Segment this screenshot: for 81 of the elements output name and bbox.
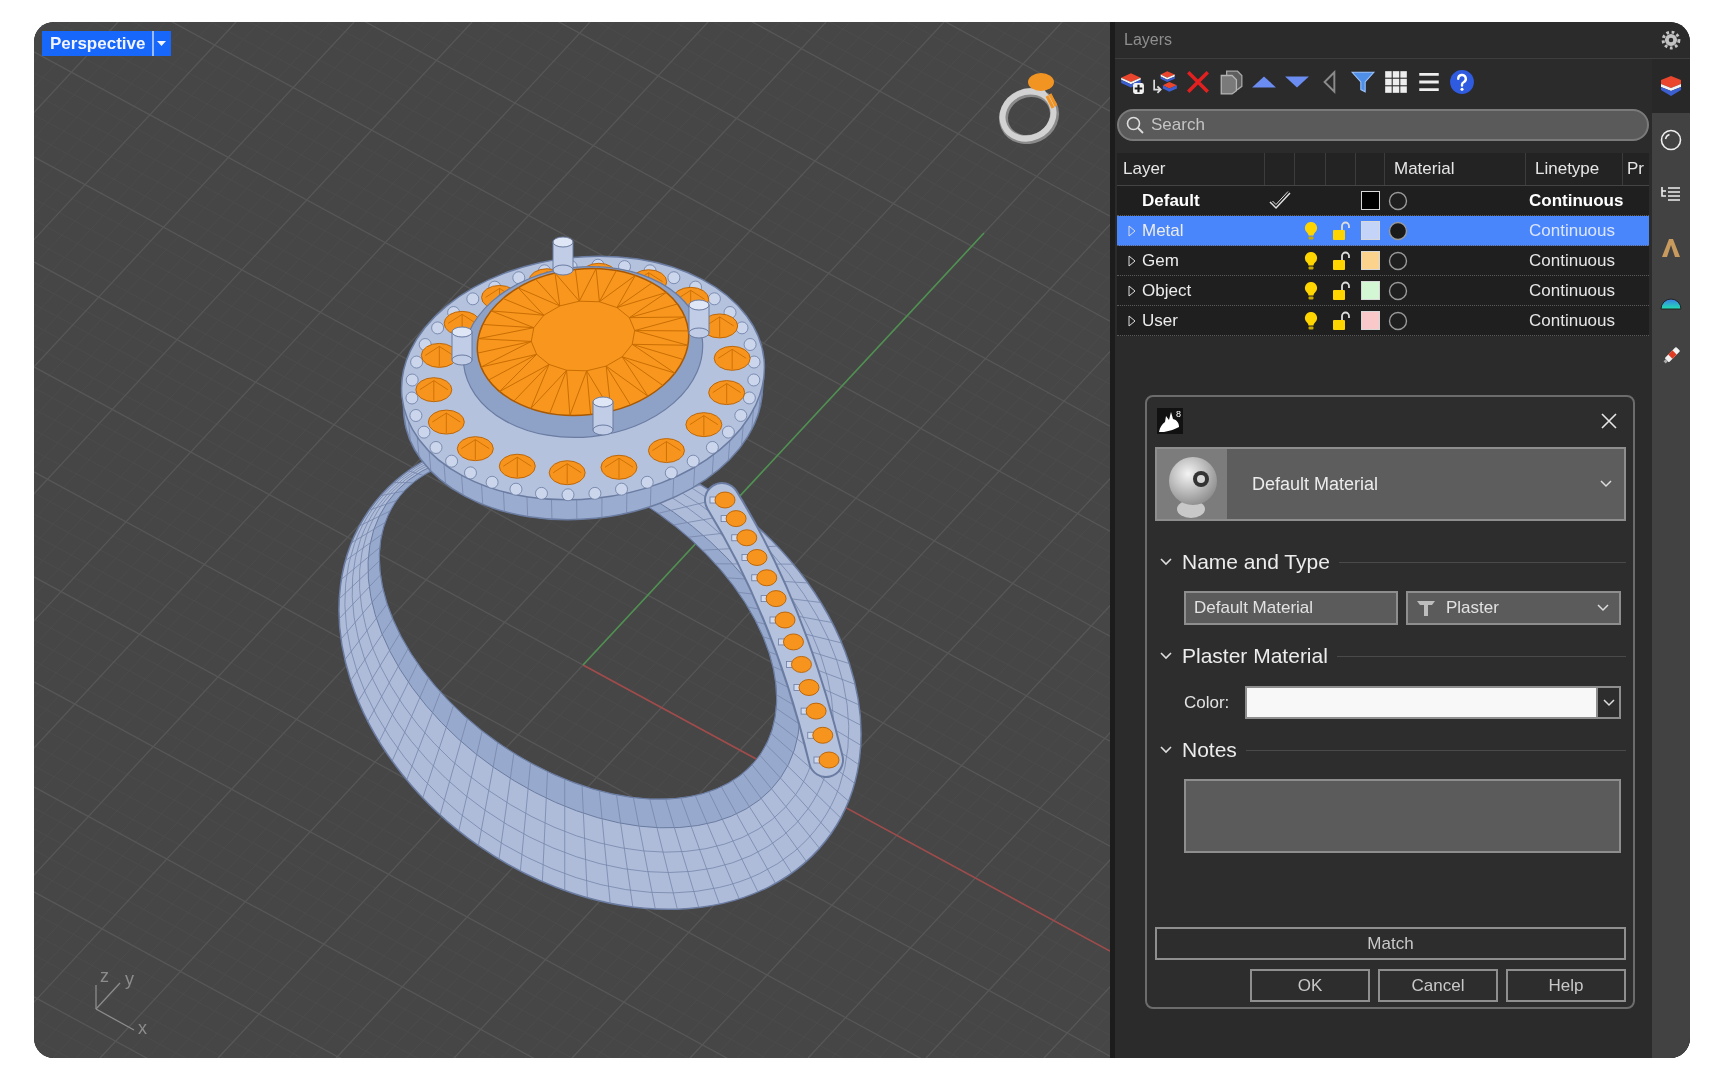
field-label: Color: <box>1184 691 1231 714</box>
color-picker[interactable] <box>1245 686 1621 719</box>
layer-name: Default <box>1142 189 1200 212</box>
dialog-button[interactable]: Help <box>1506 969 1626 1002</box>
color-swatch[interactable] <box>1247 688 1596 717</box>
circle-icon[interactable] <box>1388 250 1408 271</box>
circle-icon <box>1659 128 1683 152</box>
layer-name: Gem <box>1142 249 1179 272</box>
notes-field[interactable] <box>1184 779 1621 853</box>
type-dropdown[interactable]: Plaster <box>1406 591 1621 625</box>
column-header[interactable]: Layer <box>1117 153 1265 185</box>
chevron-down-icon <box>1597 604 1609 612</box>
match-button[interactable]: Match <box>1155 927 1626 960</box>
sphere-preview-image <box>1157 449 1227 519</box>
t-shape-icon <box>1416 598 1436 618</box>
dialog-button[interactable]: OK <box>1250 969 1370 1002</box>
axis-label: y <box>125 969 134 989</box>
lightbulb-icon[interactable] <box>1302 250 1319 271</box>
search-icon <box>1126 116 1144 134</box>
column-header[interactable]: Pr <box>1623 153 1649 185</box>
linetype-name: Continuous <box>1529 249 1615 272</box>
stacked-sheets-icon[interactable] <box>1218 69 1244 95</box>
padlock-open-icon[interactable] <box>1332 250 1350 271</box>
layer-stack-icon <box>1659 74 1683 98</box>
layer-name: Object <box>1142 279 1192 302</box>
checkmark-icon[interactable] <box>1268 190 1292 211</box>
expand-triangle-icon[interactable] <box>1128 254 1136 267</box>
chevron-down-icon[interactable] <box>1159 650 1173 662</box>
expand-triangle-icon[interactable] <box>1128 284 1136 297</box>
lightbulb-icon[interactable] <box>1302 280 1319 301</box>
panel-tab[interactable] <box>1652 59 1690 113</box>
linetype-name: Continuous <box>1529 309 1615 332</box>
chevron-down-icon[interactable] <box>1159 744 1173 756</box>
grid-icon[interactable] <box>1383 69 1409 95</box>
color-swatch[interactable] <box>1361 251 1380 270</box>
version-number: 8 <box>1176 409 1181 419</box>
section-title: Name and Type <box>1182 549 1330 576</box>
layer-row[interactable]: Gem Continuous <box>1117 246 1649 276</box>
circle-icon[interactable] <box>1388 310 1408 331</box>
search-field[interactable]: Search <box>1117 109 1649 141</box>
section-title: Notes <box>1182 737 1237 764</box>
linetype-name: Continuous <box>1529 189 1624 212</box>
dropdown-triangle-icon[interactable] <box>152 31 169 56</box>
color-swatch[interactable] <box>1361 311 1380 330</box>
layer-row[interactable]: Default Continuous <box>1117 186 1649 216</box>
dialog-button[interactable]: Cancel <box>1378 969 1498 1002</box>
linetype-name: Continuous <box>1529 219 1615 242</box>
panel-title: Layers <box>1124 30 1173 50</box>
color-swatch[interactable] <box>1361 281 1380 300</box>
circle-icon[interactable] <box>1388 280 1408 301</box>
padlock-open-icon[interactable] <box>1332 310 1350 331</box>
circle-icon[interactable] <box>1388 190 1408 211</box>
layer-name: Metal <box>1142 219 1184 242</box>
close-icon[interactable] <box>1600 412 1618 430</box>
delete-icon[interactable] <box>1185 69 1211 95</box>
expand-triangle-icon[interactable] <box>1128 314 1136 327</box>
chevron-down-icon <box>1602 698 1615 707</box>
settings-icon[interactable] <box>1661 30 1681 50</box>
section-title: Plaster Material <box>1182 643 1328 670</box>
linetype-name: Continuous <box>1529 279 1615 302</box>
color-swatch[interactable] <box>1361 221 1380 240</box>
axis-label: x <box>138 1018 147 1038</box>
axis-label: z <box>100 966 109 986</box>
lightbulb-icon[interactable] <box>1302 310 1319 331</box>
filled-circle-icon[interactable] <box>1388 220 1408 241</box>
material-dropdown[interactable]: Default Material <box>1155 447 1626 521</box>
filter-icon[interactable] <box>1350 69 1376 95</box>
padlock-open-icon[interactable] <box>1332 280 1350 301</box>
layer-row[interactable]: Object Continuous <box>1117 276 1649 306</box>
column-header[interactable]: Linetype <box>1526 153 1623 185</box>
name-field[interactable]: Default Material <box>1184 591 1398 625</box>
color-swatch[interactable] <box>1361 191 1380 210</box>
chevron-down-icon <box>1600 480 1612 488</box>
chevron-down-icon[interactable] <box>1159 556 1173 568</box>
help-icon[interactable] <box>1449 69 1475 95</box>
column-header[interactable]: Material <box>1385 153 1526 185</box>
layer-row[interactable]: User Continuous <box>1117 306 1649 336</box>
viewport-menu-button[interactable]: Perspective <box>42 31 172 56</box>
peak-shape-icon <box>1659 236 1683 260</box>
layer-name: User <box>1142 309 1178 332</box>
layer-stack-arrow-icon[interactable] <box>1152 69 1178 95</box>
